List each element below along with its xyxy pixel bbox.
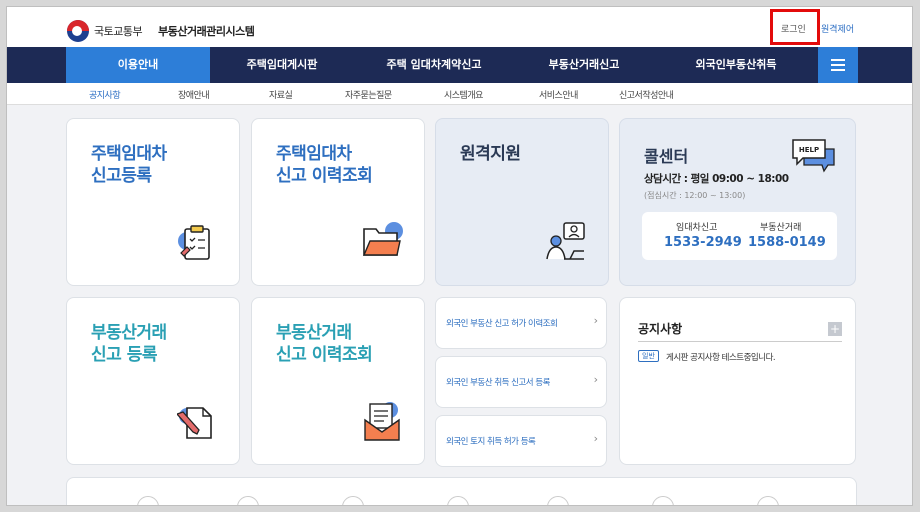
link-text: 외국인 부동산 신고 허가 이력조회 bbox=[446, 319, 558, 329]
notice-divider bbox=[638, 341, 842, 342]
document-pen-icon bbox=[177, 407, 212, 439]
remote-control-link[interactable]: 원격제어 bbox=[821, 22, 854, 35]
subnav-item-faq[interactable]: 자주묻는질문 bbox=[345, 88, 392, 101]
system-name: 부동산거래관리시스템 bbox=[158, 25, 255, 38]
sub-nav: 공지사항 장애안내 자료실 자주묻는질문 시스템개요 서비스안내 신고서작성안내 bbox=[7, 83, 912, 105]
nav-item-lease-report[interactable]: 주택 임대차계약신고 bbox=[354, 47, 514, 83]
svg-text:HELP: HELP bbox=[799, 146, 819, 154]
ministry-logo[interactable]: 국토교통부 부동산거래관리시스템 bbox=[67, 20, 255, 42]
edit-icon[interactable] bbox=[547, 496, 569, 505]
link-text: 외국인 부동산 취득 신고서 등록 bbox=[446, 378, 550, 388]
chat-icon[interactable] bbox=[137, 496, 159, 505]
chevron-right-icon: › bbox=[593, 432, 598, 445]
subnav-item-form-guide[interactable]: 신고서작성안내 bbox=[619, 88, 674, 101]
trade-number: 1588-0149 bbox=[748, 235, 826, 250]
help-bubble-icon: HELP bbox=[792, 139, 835, 173]
hamburger-menu-icon[interactable] bbox=[818, 47, 858, 83]
plus-icon[interactable]: + bbox=[828, 322, 842, 336]
remote-support-person-icon bbox=[546, 222, 585, 260]
notice-item-link[interactable]: 게시판 공지사항 테스트중입니다. bbox=[666, 351, 776, 363]
folder-icon bbox=[362, 222, 403, 256]
call-center-numbers: 임대차신고 1533-2949 부동산거래 1588-0149 bbox=[642, 212, 837, 260]
chevron-right-icon: › bbox=[593, 373, 598, 386]
lease-number: 1533-2949 bbox=[664, 235, 742, 250]
subnav-item-archive[interactable]: 자료실 bbox=[269, 88, 293, 101]
remote-support-card[interactable]: 원격지원 bbox=[435, 118, 609, 286]
file-icon[interactable] bbox=[652, 496, 674, 505]
call-center-card: 콜센터 HELP 상담시간 : 평일 09:00 ~ 18:00 (점심시간 :… bbox=[619, 118, 856, 286]
call-center-hours: 상담시간 : 평일 09:00 ~ 18:00 bbox=[644, 173, 789, 185]
nav-item-trade-report[interactable]: 부동산거래신고 bbox=[514, 47, 654, 83]
nav-item-guide[interactable]: 이용안내 bbox=[66, 47, 210, 83]
alert-icon[interactable] bbox=[757, 496, 779, 505]
card-title: 부동산거래 신고 이력조회 bbox=[276, 323, 373, 365]
card-title: 주택임대차 신고 이력조회 bbox=[276, 144, 373, 186]
envelope-document-icon bbox=[364, 402, 400, 441]
housing-lease-report-card[interactable]: 주택임대차 신고등록 bbox=[66, 118, 240, 286]
housing-lease-history-card[interactable]: 주택임대차 신고 이력조회 bbox=[251, 118, 425, 286]
call-center-title: 콜센터 bbox=[644, 147, 689, 166]
page: 국토교통부 부동산거래관리시스템 로그인 원격제어 이용안내 주택임대게시판 주… bbox=[6, 6, 913, 506]
real-estate-report-card[interactable]: 부동산거래 신고 등록 bbox=[66, 297, 240, 465]
quick-icon-strip bbox=[66, 477, 857, 505]
nav-item-lease-board[interactable]: 주택임대게시판 bbox=[210, 47, 354, 83]
chevron-right-icon: › bbox=[593, 314, 598, 327]
clipboard-icon bbox=[178, 225, 210, 260]
foreign-permit-history-link[interactable]: 외국인 부동산 신고 허가 이력조회 › bbox=[435, 297, 607, 349]
main-nav: 이용안내 주택임대게시판 주택 임대차계약신고 부동산거래신고 외국인부동산취득 bbox=[7, 47, 912, 83]
document-icon[interactable] bbox=[342, 496, 364, 505]
foreign-acquisition-report-link[interactable]: 외국인 부동산 취득 신고서 등록 › bbox=[435, 356, 607, 408]
info-icon[interactable] bbox=[237, 496, 259, 505]
real-estate-history-card[interactable]: 부동산거래 신고 이력조회 bbox=[251, 297, 425, 465]
subnav-item-service[interactable]: 서비스안내 bbox=[539, 88, 578, 101]
card-title: 주택임대차 신고등록 bbox=[91, 144, 167, 186]
top-bar: 국토교통부 부동산거래관리시스템 로그인 원격제어 bbox=[7, 7, 912, 47]
trade-label: 부동산거래 bbox=[760, 223, 802, 233]
card-title: 부동산거래 신고 등록 bbox=[91, 323, 167, 365]
ministry-name: 국토교통부 bbox=[94, 25, 143, 38]
lease-label: 임대차신고 bbox=[676, 223, 718, 233]
link-text: 외국인 토지 취득 허가 등록 bbox=[446, 437, 536, 447]
call-center-lunch: (점심시간 : 12:00 ~ 13:00) bbox=[644, 191, 746, 200]
card-title: 원격지원 bbox=[460, 144, 521, 164]
notice-title: 공지사항 bbox=[638, 322, 683, 336]
notice-category-badge: 일반 bbox=[638, 350, 659, 362]
foreign-land-permit-link[interactable]: 외국인 토지 취득 허가 등록 › bbox=[435, 415, 607, 467]
login-link[interactable]: 로그인 bbox=[781, 22, 806, 35]
notice-card: 공지사항 + 일반 게시판 공지사항 테스트중입니다. bbox=[619, 297, 856, 465]
taegeuk-logo-icon bbox=[67, 20, 89, 42]
nav-item-foreign-acquisition[interactable]: 외국인부동산취득 bbox=[654, 47, 818, 83]
subnav-item-notice[interactable]: 공지사항 bbox=[89, 88, 121, 101]
subnav-item-overview[interactable]: 시스템개요 bbox=[444, 88, 483, 101]
subnav-item-outage[interactable]: 장애안내 bbox=[178, 88, 210, 101]
monitor-icon[interactable] bbox=[447, 496, 469, 505]
